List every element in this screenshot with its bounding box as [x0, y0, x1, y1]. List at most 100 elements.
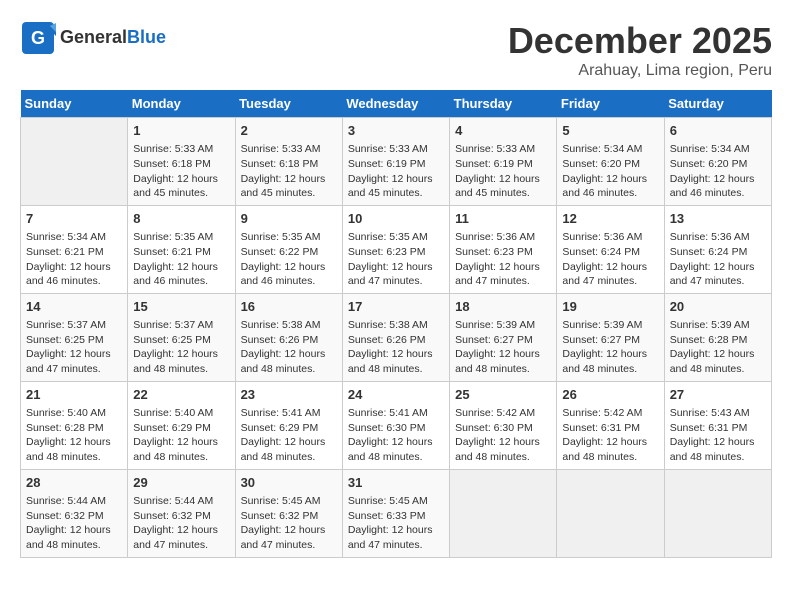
- day-number: 29: [133, 474, 229, 492]
- day-cell: 16 Sunrise: 5:38 AM Sunset: 6:26 PM Dayli…: [235, 293, 342, 381]
- day-cell: 22Sunrise: 5:40 AM Sunset: 6:29 PM Dayli…: [128, 381, 235, 469]
- day-number: 19: [562, 298, 658, 316]
- day-info: Sunrise: 5:35 AM Sunset: 6:23 PM Dayligh…: [348, 230, 444, 289]
- day-number: 5: [562, 122, 658, 140]
- header-cell-saturday: Saturday: [664, 90, 771, 118]
- day-cell: 11 Sunrise: 5:36 AM Sunset: 6:23 PM Dayli…: [450, 205, 557, 293]
- logo-general: General: [60, 27, 127, 47]
- day-cell: 28 Sunrise: 5:44 AM Sunset: 6:32 PM Dayli…: [21, 469, 128, 557]
- week-row-5: 28 Sunrise: 5:44 AM Sunset: 6:32 PM Dayli…: [21, 469, 772, 557]
- day-info: Sunrise: 5:35 AM Sunset: 6:22 PM Dayligh…: [241, 230, 337, 289]
- day-cell: [664, 469, 771, 557]
- day-number: 2: [241, 122, 337, 140]
- day-number: 24: [348, 386, 444, 404]
- day-number: 26: [562, 386, 658, 404]
- day-info: Sunrise: 5:44 AM Sunset: 6:32 PM Dayligh…: [133, 494, 229, 553]
- day-info: Sunrise: 5:33 AM Sunset: 6:18 PM Dayligh…: [241, 142, 337, 201]
- day-cell: [450, 469, 557, 557]
- day-number: 16: [241, 298, 337, 316]
- day-number: 8: [133, 210, 229, 228]
- day-cell: 30 Sunrise: 5:45 AM Sunset: 6:32 PM Dayli…: [235, 469, 342, 557]
- day-info: Sunrise: 5:41 AM Sunset: 6:30 PM Dayligh…: [348, 406, 444, 465]
- header-cell-friday: Friday: [557, 90, 664, 118]
- svg-text:G: G: [31, 28, 45, 48]
- header: G GeneralBlue December 2025 Arahuay, Lim…: [20, 20, 772, 80]
- day-info: Sunrise: 5:39 AM Sunset: 6:28 PM Dayligh…: [670, 318, 766, 377]
- day-info: Sunrise: 5:38 AM Sunset: 6:26 PM Dayligh…: [348, 318, 444, 377]
- header-row: SundayMondayTuesdayWednesdayThursdayFrid…: [21, 90, 772, 118]
- day-info: Sunrise: 5:38 AM Sunset: 6:26 PM Dayligh…: [241, 318, 337, 377]
- day-cell: 27Sunrise: 5:43 AM Sunset: 6:31 PM Dayli…: [664, 381, 771, 469]
- day-info: Sunrise: 5:44 AM Sunset: 6:32 PM Dayligh…: [26, 494, 122, 553]
- day-cell: 31Sunrise: 5:45 AM Sunset: 6:33 PM Dayli…: [342, 469, 449, 557]
- day-info: Sunrise: 5:34 AM Sunset: 6:20 PM Dayligh…: [562, 142, 658, 201]
- day-info: Sunrise: 5:41 AM Sunset: 6:29 PM Dayligh…: [241, 406, 337, 465]
- day-number: 15: [133, 298, 229, 316]
- day-cell: 5 Sunrise: 5:34 AM Sunset: 6:20 PM Daylig…: [557, 118, 664, 206]
- day-number: 7: [26, 210, 122, 228]
- logo-blue: Blue: [127, 27, 166, 47]
- title-block: December 2025 Arahuay, Lima region, Peru: [508, 20, 772, 80]
- day-info: Sunrise: 5:43 AM Sunset: 6:31 PM Dayligh…: [670, 406, 766, 465]
- day-info: Sunrise: 5:42 AM Sunset: 6:31 PM Dayligh…: [562, 406, 658, 465]
- day-cell: [557, 469, 664, 557]
- header-cell-monday: Monday: [128, 90, 235, 118]
- day-cell: 26 Sunrise: 5:42 AM Sunset: 6:31 PM Dayli…: [557, 381, 664, 469]
- day-cell: 19 Sunrise: 5:39 AM Sunset: 6:27 PM Dayli…: [557, 293, 664, 381]
- day-number: 10: [348, 210, 444, 228]
- day-cell: 13Sunrise: 5:36 AM Sunset: 6:24 PM Dayli…: [664, 205, 771, 293]
- day-cell: 17 Sunrise: 5:38 AM Sunset: 6:26 PM Dayli…: [342, 293, 449, 381]
- day-cell: 7 Sunrise: 5:34 AM Sunset: 6:21 PM Daylig…: [21, 205, 128, 293]
- day-number: 28: [26, 474, 122, 492]
- day-number: 9: [241, 210, 337, 228]
- day-number: 4: [455, 122, 551, 140]
- day-number: 1: [133, 122, 229, 140]
- day-number: 3: [348, 122, 444, 140]
- logo-icon: G: [20, 20, 56, 56]
- week-row-4: 21 Sunrise: 5:40 AM Sunset: 6:28 PM Dayli…: [21, 381, 772, 469]
- logo: G GeneralBlue: [20, 20, 166, 56]
- day-cell: 14Sunrise: 5:37 AM Sunset: 6:25 PM Dayli…: [21, 293, 128, 381]
- day-cell: 12Sunrise: 5:36 AM Sunset: 6:24 PM Dayli…: [557, 205, 664, 293]
- day-info: Sunrise: 5:34 AM Sunset: 6:20 PM Dayligh…: [670, 142, 766, 201]
- day-cell: 18Sunrise: 5:39 AM Sunset: 6:27 PM Dayli…: [450, 293, 557, 381]
- week-row-2: 7 Sunrise: 5:34 AM Sunset: 6:21 PM Daylig…: [21, 205, 772, 293]
- header-cell-sunday: Sunday: [21, 90, 128, 118]
- day-info: Sunrise: 5:45 AM Sunset: 6:32 PM Dayligh…: [241, 494, 337, 553]
- day-info: Sunrise: 5:35 AM Sunset: 6:21 PM Dayligh…: [133, 230, 229, 289]
- day-cell: 29 Sunrise: 5:44 AM Sunset: 6:32 PM Dayli…: [128, 469, 235, 557]
- day-number: 21: [26, 386, 122, 404]
- day-info: Sunrise: 5:36 AM Sunset: 6:23 PM Dayligh…: [455, 230, 551, 289]
- day-info: Sunrise: 5:37 AM Sunset: 6:25 PM Dayligh…: [133, 318, 229, 377]
- header-cell-thursday: Thursday: [450, 90, 557, 118]
- day-info: Sunrise: 5:36 AM Sunset: 6:24 PM Dayligh…: [562, 230, 658, 289]
- day-cell: 10 Sunrise: 5:35 AM Sunset: 6:23 PM Dayli…: [342, 205, 449, 293]
- day-cell: 25Sunrise: 5:42 AM Sunset: 6:30 PM Dayli…: [450, 381, 557, 469]
- month-title: December 2025: [508, 20, 772, 62]
- day-cell: 1 Sunrise: 5:33 AM Sunset: 6:18 PM Daylig…: [128, 118, 235, 206]
- day-info: Sunrise: 5:34 AM Sunset: 6:21 PM Dayligh…: [26, 230, 122, 289]
- location-title: Arahuay, Lima region, Peru: [508, 62, 772, 80]
- day-cell: 8 Sunrise: 5:35 AM Sunset: 6:21 PM Daylig…: [128, 205, 235, 293]
- day-info: Sunrise: 5:39 AM Sunset: 6:27 PM Dayligh…: [562, 318, 658, 377]
- day-info: Sunrise: 5:33 AM Sunset: 6:18 PM Dayligh…: [133, 142, 229, 201]
- day-info: Sunrise: 5:42 AM Sunset: 6:30 PM Dayligh…: [455, 406, 551, 465]
- day-number: 6: [670, 122, 766, 140]
- day-number: 17: [348, 298, 444, 316]
- day-info: Sunrise: 5:36 AM Sunset: 6:24 PM Dayligh…: [670, 230, 766, 289]
- day-cell: 20 Sunrise: 5:39 AM Sunset: 6:28 PM Dayli…: [664, 293, 771, 381]
- day-cell: 15 Sunrise: 5:37 AM Sunset: 6:25 PM Dayli…: [128, 293, 235, 381]
- day-number: 20: [670, 298, 766, 316]
- day-cell: [21, 118, 128, 206]
- day-info: Sunrise: 5:40 AM Sunset: 6:28 PM Dayligh…: [26, 406, 122, 465]
- day-info: Sunrise: 5:33 AM Sunset: 6:19 PM Dayligh…: [348, 142, 444, 201]
- day-cell: 24 Sunrise: 5:41 AM Sunset: 6:30 PM Dayli…: [342, 381, 449, 469]
- day-number: 30: [241, 474, 337, 492]
- day-cell: 3 Sunrise: 5:33 AM Sunset: 6:19 PM Daylig…: [342, 118, 449, 206]
- day-cell: 2 Sunrise: 5:33 AM Sunset: 6:18 PM Daylig…: [235, 118, 342, 206]
- day-number: 18: [455, 298, 551, 316]
- day-number: 11: [455, 210, 551, 228]
- day-info: Sunrise: 5:33 AM Sunset: 6:19 PM Dayligh…: [455, 142, 551, 201]
- day-cell: 21 Sunrise: 5:40 AM Sunset: 6:28 PM Dayli…: [21, 381, 128, 469]
- week-row-3: 14Sunrise: 5:37 AM Sunset: 6:25 PM Dayli…: [21, 293, 772, 381]
